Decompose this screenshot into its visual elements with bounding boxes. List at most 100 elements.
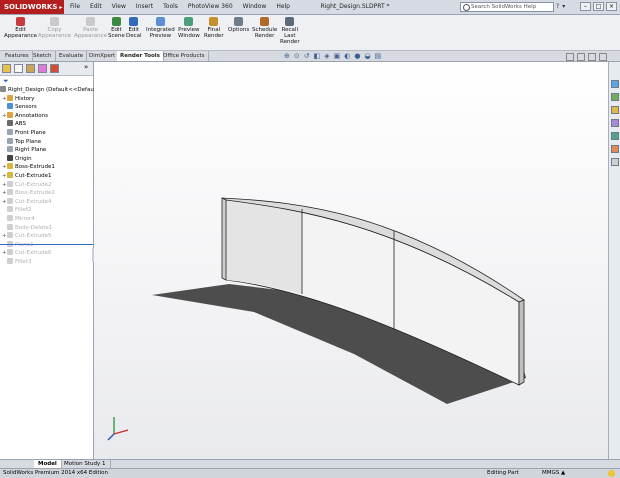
chevron-down-icon[interactable]: ▾ (562, 2, 565, 12)
tab-motion-study-1[interactable]: Motion Study 1 (60, 460, 111, 468)
plane-icon (7, 129, 13, 135)
tab-render-tools[interactable]: Render Tools (117, 51, 164, 61)
body-delete-icon (7, 223, 13, 230)
menu-file[interactable]: File (70, 0, 80, 14)
tab-evaluate[interactable]: Evaluate (56, 51, 88, 61)
appearances-icon[interactable] (611, 132, 619, 140)
feature-tree-label: Boss-Extrude2 (15, 190, 55, 197)
filter-icon[interactable]: ⏷ (3, 77, 9, 86)
units-label: MMGS (542, 470, 560, 476)
feature-tree-item[interactable]: + Cut-Extrude4 (2, 197, 51, 206)
propertymanager-tab-icon[interactable] (14, 64, 23, 73)
feature-tree-item[interactable]: + Cut-Extrude6 (2, 249, 51, 257)
search-input[interactable]: Search SolidWorks Help (460, 2, 554, 12)
menu-window[interactable]: Window (243, 0, 267, 14)
previous-view-icon[interactable]: ↺ (304, 52, 310, 60)
ribbon-button-preview-window[interactable]: Preview Window (178, 17, 200, 39)
feature-tree-item[interactable]: Body-Delete1 (2, 223, 52, 232)
ribbon-button-icon (260, 17, 270, 26)
fillet-icon (7, 258, 13, 264)
feature-tree-item[interactable]: Front Plane (2, 129, 46, 137)
ribbon-button-edit-scene[interactable]: Edit Scene (108, 17, 125, 39)
viewport-maximize-icon[interactable] (588, 53, 596, 61)
resources-icon[interactable] (611, 80, 619, 88)
tab-features[interactable]: Features (2, 51, 33, 61)
ribbon-button-integrated-preview[interactable]: Integrated Preview (146, 17, 175, 39)
help-controls: ? ▾ (556, 2, 565, 12)
menu-help[interactable]: Help (276, 0, 290, 14)
feature-tree-item[interactable]: Mirror4 (2, 215, 35, 223)
ribbon-button-paste-appearance[interactable]: Paste Appearance (74, 17, 107, 39)
feature-tree-label: Mirror4 (15, 216, 35, 222)
feature-tree-item[interactable]: + Cut-Extrude2 (2, 180, 51, 189)
viewport-close-icon[interactable] (599, 53, 607, 61)
ribbon-button-copy-appearance[interactable]: Copy Appearance (38, 17, 71, 39)
feature-tree-item[interactable]: Origin (2, 154, 32, 163)
view-palette-icon[interactable] (611, 119, 619, 127)
ribbon-button-label: Render (280, 39, 300, 45)
hide-show-items-icon[interactable]: ◐ (344, 52, 350, 60)
feature-tree-item[interactable]: Top Plane (2, 137, 41, 146)
edit-appearance-icon[interactable]: ● (354, 52, 360, 60)
feature-tree-item[interactable]: + Cut-Extrude1 (2, 172, 51, 180)
section-view-icon[interactable]: ◧ (314, 52, 321, 60)
feature-tree-item[interactable]: Right_Design (Default<<Defaul (0, 86, 95, 94)
ribbon-button-recall-last[interactable]: Recall Last Render (280, 17, 300, 45)
displaymanager-tab-icon[interactable] (50, 64, 59, 73)
file-explorer-icon[interactable] (611, 106, 619, 114)
feature-tree-item[interactable]: + Cut-Extrude5 (2, 232, 51, 240)
view-settings-icon[interactable]: ▤ (375, 52, 382, 60)
quick-tips-icon[interactable] (608, 470, 615, 477)
menu-insert[interactable]: Insert (136, 0, 153, 14)
panel-expand-icon[interactable]: » (84, 63, 88, 71)
search-icon (463, 4, 470, 11)
feature-tree-item[interactable]: Sensors (2, 103, 37, 111)
feature-tree-item[interactable]: + Boss-Extrude1 (2, 163, 55, 171)
feature-tree-item[interactable]: + Boss-Extrude2 (2, 189, 55, 197)
feature-tree-item[interactable]: Fillet2 (2, 206, 31, 214)
menu-photoview[interactable]: PhotoView 360 (188, 0, 233, 14)
feature-tree-item[interactable]: + History (2, 94, 35, 103)
viewport-restore-icon[interactable] (577, 53, 585, 61)
ribbon-button-label: Appearance (4, 33, 38, 39)
tab-dimxpert[interactable]: DimXpert (86, 51, 120, 61)
display-style-icon[interactable]: ▣ (334, 52, 341, 60)
feature-tree-item[interactable]: + Annotations (2, 111, 48, 120)
graphics-area[interactable] (94, 62, 608, 459)
ribbon-button-label: Options (228, 27, 250, 33)
featuremanager-tab-icon[interactable] (2, 64, 11, 73)
feature-tree-item[interactable]: Fillet3 (2, 258, 31, 266)
menu-tools[interactable]: Tools (163, 0, 178, 14)
feature-tree-label: ABS (15, 121, 26, 128)
window-controls: – □ × (580, 2, 617, 11)
design-library-icon[interactable] (611, 93, 619, 101)
zoom-to-area-icon[interactable]: ⊙ (294, 52, 300, 60)
cut-icon (7, 180, 13, 187)
maximize-button[interactable]: □ (593, 2, 604, 11)
forum-icon[interactable] (611, 158, 619, 166)
apply-scene-icon[interactable]: ◒ (364, 52, 370, 60)
rollback-bar[interactable] (0, 244, 93, 245)
dimxpert-tab-icon[interactable] (38, 64, 47, 73)
ribbon-button-final-render[interactable]: Final Render (204, 17, 224, 39)
menu-view[interactable]: View (112, 0, 126, 14)
ribbon-button-schedule-render[interactable]: Schedule Render (252, 17, 277, 39)
view-orientation-icon[interactable]: ◈ (324, 52, 329, 60)
zoom-to-fit-icon[interactable]: ⊕ (284, 52, 290, 60)
solidworks-logo[interactable]: SOLIDWORKS ▸ (0, 0, 64, 14)
feature-tree-item[interactable]: Right Plane (2, 146, 46, 154)
tab-sketch[interactable]: Sketch (30, 51, 56, 61)
custom-properties-icon[interactable] (611, 145, 619, 153)
tab-model[interactable]: Model (34, 460, 62, 468)
help-icon[interactable]: ? (556, 2, 559, 12)
menu-edit[interactable]: Edit (90, 0, 102, 14)
close-button[interactable]: × (606, 2, 617, 11)
ribbon-button-edit-decal[interactable]: Edit Decal (126, 17, 142, 39)
configurationmanager-tab-icon[interactable] (26, 64, 35, 73)
ribbon-button-edit-appearance[interactable]: Edit Appearance (4, 17, 37, 39)
viewport-minimize-icon[interactable] (566, 53, 574, 61)
feature-tree-item[interactable]: ABS (2, 120, 26, 128)
ribbon-button-options[interactable]: Options (228, 17, 249, 33)
tab-office-products[interactable]: Office Products (160, 51, 209, 61)
minimize-button[interactable]: – (580, 2, 591, 11)
